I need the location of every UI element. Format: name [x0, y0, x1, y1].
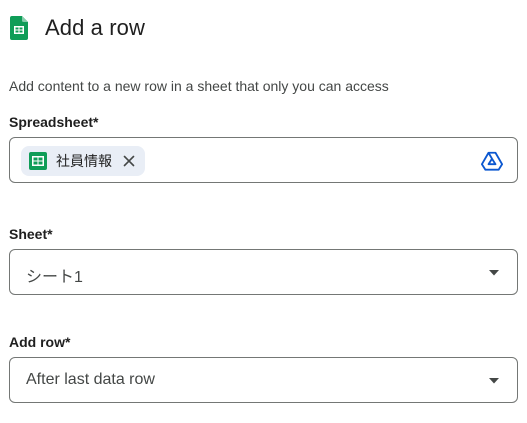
spreadsheet-field[interactable]: 社員情報	[9, 137, 518, 183]
spreadsheet-chip[interactable]: 社員情報	[21, 146, 145, 176]
google-sheets-icon	[29, 152, 47, 170]
google-drive-icon[interactable]	[481, 150, 503, 172]
sheet-label: Sheet*	[9, 226, 53, 242]
spreadsheet-label: Spreadsheet*	[9, 114, 99, 130]
description: Add content to a new row in a sheet that…	[9, 78, 389, 94]
add-row-label: Add row*	[9, 334, 71, 350]
spreadsheet-chip-label: 社員情報	[56, 153, 112, 169]
dropdown-arrow-icon	[489, 270, 499, 276]
google-sheets-icon	[10, 16, 28, 40]
sheet-select[interactable]: シート1	[9, 249, 518, 295]
add-row-select-value: After last data row	[26, 371, 155, 388]
page-title: Add a row	[45, 15, 145, 40]
close-icon[interactable]	[123, 155, 135, 167]
dropdown-arrow-icon	[489, 378, 499, 384]
add-row-select[interactable]: After last data row	[9, 357, 518, 403]
header: Add a row	[10, 14, 145, 42]
sheet-select-value: シート1	[26, 269, 83, 286]
